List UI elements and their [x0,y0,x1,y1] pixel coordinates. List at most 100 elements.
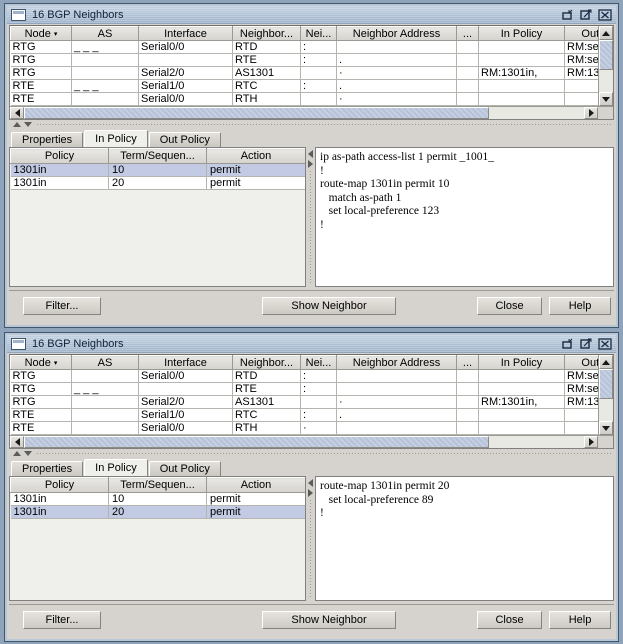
config-text-pane[interactable]: ip as-path access-list 1 permit _1001_ !… [315,147,614,287]
table-row[interactable]: RTE _ _ _ Serial1/0 RTC : . [10,79,598,93]
hscroll-thumb[interactable] [24,436,489,448]
close-button[interactable] [598,8,612,21]
vscroll-thumb[interactable] [599,369,613,399]
split-collapse-up-icon[interactable] [13,122,21,127]
tab-in-policy[interactable]: In Policy [84,459,148,476]
split-collapse-right-icon[interactable] [308,160,313,168]
table-horizontal-scrollbar[interactable] [10,106,613,119]
col-header-action[interactable]: Action [206,148,305,164]
table-row[interactable]: RTE Serial0/0 RTH · [10,92,598,106]
policy-row-selected[interactable]: 1301in 10 permit [10,163,305,177]
close-button[interactable] [598,337,612,350]
tab-in-policy[interactable]: In Policy [84,130,148,147]
minimize-button[interactable] [562,9,575,21]
maximize-button[interactable] [580,338,593,350]
filter-button[interactable]: Filter... [23,611,101,629]
col-header-as[interactable]: AS [71,26,139,41]
neighbors-table[interactable]: Node ▾ AS Interface Neighbor... Nei... Ne… [10,355,598,435]
col-header-action[interactable]: Action [206,477,305,493]
scroll-up-button[interactable] [599,355,613,369]
scroll-down-button[interactable] [599,92,613,106]
table-vertical-scrollbar[interactable] [598,26,613,106]
filter-button[interactable]: Filter... [23,297,101,315]
close-dialog-button[interactable]: Close [477,611,542,629]
maximize-button[interactable] [580,9,593,21]
table-horizontal-scrollbar[interactable] [10,435,613,448]
col-header-node[interactable]: Node ▾ [10,355,72,370]
table-row[interactable]: RTG Serial0/0 RTD : RM:setcom... [10,369,598,383]
window-titlebar[interactable]: 16 BGP Neighbors [7,6,616,24]
col-header-interface[interactable]: Interface [138,26,233,41]
col-header-neighbor-address[interactable]: Neighbor Address [336,355,457,370]
col-header-extra[interactable]: ... [456,26,479,41]
split-collapse-down-icon[interactable] [24,122,32,127]
hscroll-track[interactable] [24,107,584,119]
col-header-in-policy[interactable]: In Policy [478,26,565,41]
show-neighbor-button[interactable]: Show Neighbor [262,611,396,629]
vscroll-thumb[interactable] [599,40,613,70]
policy-table[interactable]: Policy Term/Sequen... Action 1301in 10 p… [10,148,305,190]
policy-row-selected[interactable]: 1301in 20 permit [10,505,305,519]
col-header-interface[interactable]: Interface [138,355,233,370]
split-collapse-left-icon[interactable] [308,479,313,487]
table-row[interactable]: RTE Serial1/0 RTC : . [10,408,598,422]
horizontal-split-divider[interactable] [9,120,614,129]
table-row[interactable]: RTG RTE : . RM:setcom... [10,53,598,67]
table-row[interactable]: RTG Serial2/0 AS1301 · RM:1301in, RM:130… [10,395,598,409]
policy-row[interactable]: 1301in 20 permit [10,176,305,190]
col-header-out-policy[interactable]: Out Policy [564,26,598,41]
policy-table[interactable]: Policy Term/Sequen... Action 1301in 10 p… [10,477,305,519]
tab-out-policy[interactable]: Out Policy [148,132,221,147]
col-header-neighbor-address[interactable]: Neighbor Address [336,26,457,41]
show-neighbor-button[interactable]: Show Neighbor [262,297,396,315]
neighbors-table[interactable]: Node ▾ AS Interface Neighbor... Nei... Ne… [10,26,598,106]
split-collapse-up-icon[interactable] [13,451,21,456]
neighbors-table-scroll[interactable]: Node ▾ AS Interface Neighbor... Nei... Ne… [10,355,598,435]
hscroll-thumb[interactable] [24,107,489,119]
col-header-neighbor-as[interactable]: Nei... [300,355,337,370]
neighbors-table-scroll[interactable]: Node ▾ AS Interface Neighbor... Nei... Ne… [10,26,598,106]
col-header-neighbor[interactable]: Neighbor... [232,355,301,370]
tab-properties[interactable]: Properties [11,461,84,476]
minimize-button[interactable] [562,338,575,350]
scroll-right-button[interactable] [584,436,598,448]
vscroll-track[interactable] [599,369,613,421]
col-header-out-policy[interactable]: Out Policy [564,355,598,370]
split-collapse-down-icon[interactable] [24,451,32,456]
config-text-pane[interactable]: route-map 1301in permit 20 set local-pre… [315,476,614,601]
col-header-neighbor-as[interactable]: Nei... [300,26,337,41]
table-row[interactable]: RTG _ _ _ RTE : RM:setcom... [10,382,598,396]
scroll-right-button[interactable] [584,107,598,119]
col-header-term-sequence[interactable]: Term/Sequen... [108,148,207,164]
scroll-down-button[interactable] [599,421,613,435]
window-titlebar[interactable]: 16 BGP Neighbors [7,335,616,353]
table-row[interactable]: RTG _ _ _ Serial0/0 RTD : RM:setcom... [10,40,598,54]
help-button[interactable]: Help [549,611,611,629]
vertical-split-divider[interactable] [306,147,315,287]
split-collapse-left-icon[interactable] [308,150,313,158]
col-header-term-sequence[interactable]: Term/Sequen... [108,477,207,493]
split-collapse-right-icon[interactable] [308,489,313,497]
hscroll-track[interactable] [24,436,584,448]
horizontal-split-divider[interactable] [9,449,614,458]
table-row[interactable]: RTG Serial2/0 AS1301 · RM:1301in, RM:130… [10,66,598,80]
col-header-in-policy[interactable]: In Policy [478,355,565,370]
tab-properties[interactable]: Properties [11,132,84,147]
col-header-extra[interactable]: ... [456,355,479,370]
col-header-policy[interactable]: Policy [10,477,109,493]
scroll-up-button[interactable] [599,26,613,40]
scroll-left-button[interactable] [10,436,24,448]
tab-out-policy[interactable]: Out Policy [148,461,221,476]
table-vertical-scrollbar[interactable] [598,355,613,435]
vscroll-track[interactable] [599,40,613,92]
col-header-neighbor[interactable]: Neighbor... [232,26,301,41]
help-button[interactable]: Help [549,297,611,315]
vertical-split-divider[interactable] [306,476,315,601]
table-row[interactable]: RTE Serial0/0 RTH · [10,421,598,435]
col-header-node[interactable]: Node ▾ [10,26,72,41]
scroll-left-button[interactable] [10,107,24,119]
policy-row[interactable]: 1301in 10 permit [10,492,305,506]
col-header-as[interactable]: AS [71,355,139,370]
col-header-policy[interactable]: Policy [10,148,109,164]
close-dialog-button[interactable]: Close [477,297,542,315]
